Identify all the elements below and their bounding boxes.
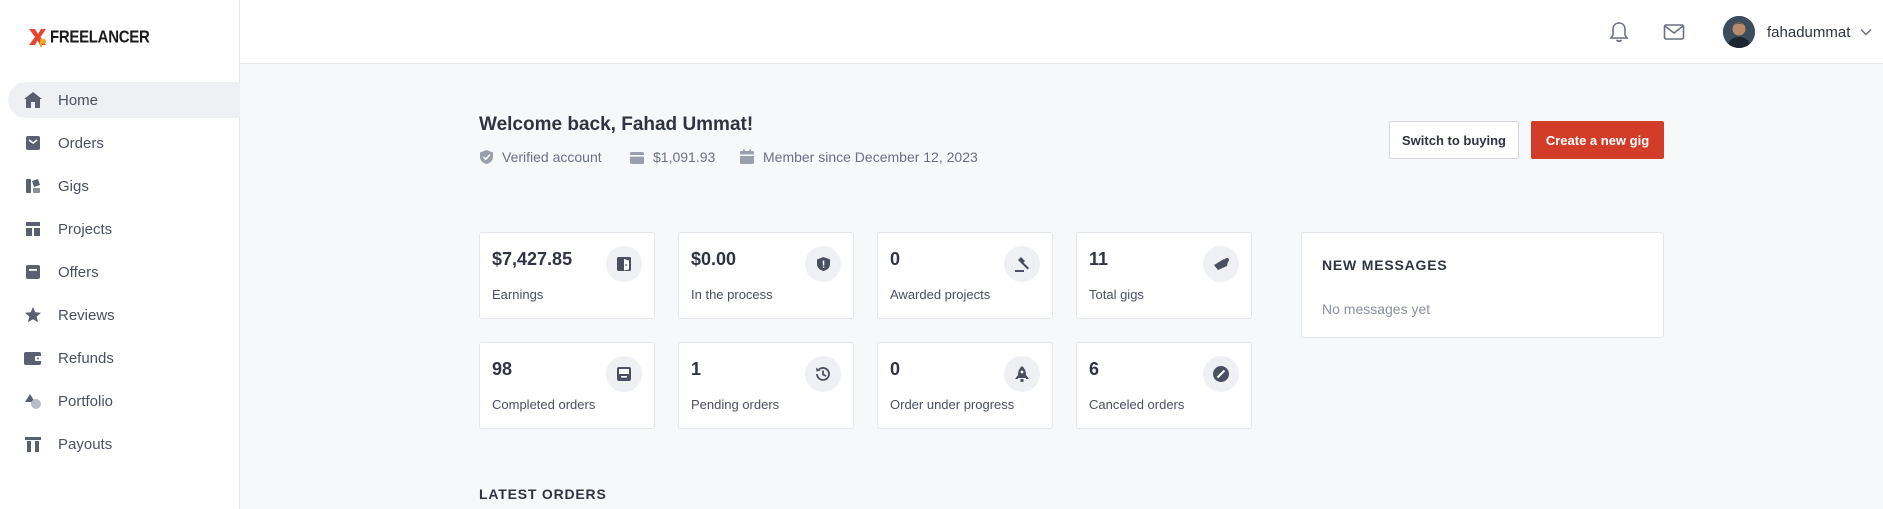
offers-icon [22, 261, 44, 283]
top-bar [240, 0, 1883, 64]
stat-label: Pending orders [691, 397, 780, 412]
stat-card-awarded-projects[interactable]: 0 Awarded projects [877, 232, 1053, 319]
latest-orders-title: LATEST ORDERS [479, 486, 607, 502]
balance: $1,091.93 [629, 148, 715, 166]
sidebar-item-label: Payouts [58, 435, 113, 453]
history-icon [805, 356, 841, 392]
stat-label: Earnings [492, 287, 544, 302]
balance-value: $1,091.93 [653, 149, 716, 165]
sidebar-item-label: Offers [58, 263, 99, 281]
stat-value: 1 [691, 359, 702, 379]
stat-card-in-process[interactable]: $0.00 In the process [678, 232, 854, 319]
chevron-down-icon [1860, 23, 1872, 41]
member-since: Member since December 12, 2023 [739, 148, 978, 166]
sidebar: FREELANCER Home Orders Gigs Projects Off… [0, 0, 240, 509]
shapes-icon [22, 390, 44, 412]
gavel-icon [1004, 246, 1040, 282]
bullhorn-icon [1203, 246, 1239, 282]
projects-icon [22, 218, 44, 240]
sidebar-item-orders[interactable]: Orders [8, 125, 240, 161]
sidebar-item-label: Home [58, 91, 99, 109]
wallet-door-icon [606, 246, 642, 282]
stat-value: $7,427.85 [492, 249, 573, 269]
sidebar-item-payouts[interactable]: Payouts [8, 426, 240, 462]
stat-card-order-under-progress[interactable]: 0 Order under progress [877, 342, 1053, 429]
create-gig-button[interactable]: Create a new gig [1531, 121, 1664, 159]
orders-icon [22, 132, 44, 154]
stat-card-completed-orders[interactable]: 98 Completed orders [479, 342, 655, 429]
sidebar-item-label: Portfolio [58, 392, 114, 410]
verified-shield-icon [480, 150, 493, 164]
messages-title: NEW MESSAGES [1322, 257, 1448, 273]
sidebar-item-projects[interactable]: Projects [8, 211, 240, 247]
sidebar-nav: Home Orders Gigs Projects Offers Reviews… [8, 82, 240, 469]
stat-label: Order under progress [890, 397, 1015, 412]
stat-value: 0 [890, 359, 901, 379]
stat-value: $0.00 [691, 249, 737, 269]
username: fahadummat [1767, 23, 1851, 41]
sidebar-item-label: Reviews [58, 306, 115, 324]
new-messages-panel: NEW MESSAGES No messages yet [1301, 232, 1664, 338]
sidebar-item-refunds[interactable]: Refunds [8, 340, 240, 376]
verified-text: Verified account [502, 149, 602, 165]
stat-card-earnings[interactable]: $7,427.85 Earnings [479, 232, 655, 319]
verified-account: Verified account [479, 148, 602, 166]
shield-icon [805, 246, 841, 282]
stat-card-pending-orders[interactable]: 1 Pending orders [678, 342, 854, 429]
sidebar-item-label: Gigs [58, 177, 89, 195]
logo[interactable]: FREELANCER [27, 25, 150, 49]
stat-label: Awarded projects [890, 287, 991, 302]
messages-empty-state: No messages yet [1322, 301, 1431, 317]
wallet-icon [630, 151, 644, 164]
stat-label: Total gigs [1089, 287, 1144, 302]
stat-value: 0 [890, 249, 901, 269]
home-icon [22, 89, 44, 111]
mail-icon[interactable] [1662, 20, 1686, 44]
gigs-icon [22, 175, 44, 197]
sidebar-item-home[interactable]: Home [8, 82, 240, 118]
stat-card-canceled-orders[interactable]: 6 Canceled orders [1076, 342, 1252, 429]
star-icon [22, 304, 44, 326]
stat-label: Canceled orders [1089, 397, 1185, 412]
page-title: Welcome back, Fahad Ummat! [479, 114, 754, 135]
logo-mark-icon [29, 29, 46, 47]
stat-value: 98 [492, 359, 513, 379]
user-menu[interactable]: fahadummat [1723, 16, 1872, 48]
sidebar-item-label: Projects [58, 220, 113, 238]
calendar-icon [740, 149, 754, 164]
stat-card-total-gigs[interactable]: 11 Total gigs [1076, 232, 1252, 319]
sidebar-item-label: Orders [58, 134, 104, 152]
sidebar-item-offers[interactable]: Offers [8, 254, 240, 290]
sidebar-item-label: Refunds [58, 349, 114, 367]
stat-value: 11 [1089, 249, 1109, 269]
archive-icon [606, 356, 642, 392]
avatar [1723, 16, 1755, 48]
rocket-icon [1004, 356, 1040, 392]
bell-icon[interactable] [1607, 20, 1631, 44]
logo-text: FREELANCER [50, 27, 150, 47]
stat-label: Completed orders [492, 397, 596, 412]
stat-value: 6 [1089, 359, 1100, 379]
sidebar-item-gigs[interactable]: Gigs [8, 168, 240, 204]
wallet-icon [22, 347, 44, 369]
cancel-icon [1203, 356, 1239, 392]
sidebar-item-portfolio[interactable]: Portfolio [8, 383, 240, 419]
sidebar-item-reviews[interactable]: Reviews [8, 297, 240, 333]
payouts-icon [22, 433, 44, 455]
member-since-text: Member since December 12, 2023 [763, 149, 978, 165]
switch-to-buying-button[interactable]: Switch to buying [1389, 121, 1519, 159]
stat-label: In the process [691, 287, 773, 302]
